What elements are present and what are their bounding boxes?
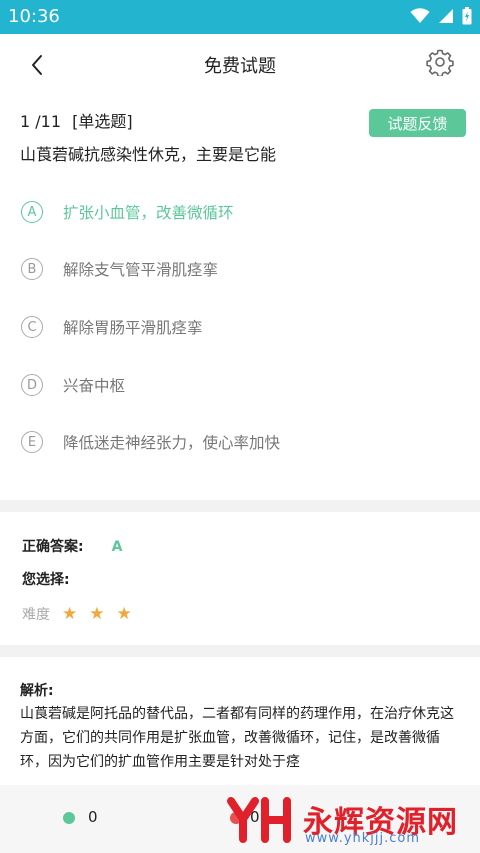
option-b[interactable]: B 解除支气管平滑肌痉挛 <box>21 256 218 282</box>
correct-count[interactable]: 0 <box>88 808 98 826</box>
analysis-text: 山莨菪碱是阿托品的替代品，二者都有同样的药理作用，在治疗休克这方面，它们的共同作… <box>20 706 454 770</box>
page-title: 免费试题 <box>204 56 276 77</box>
header: 免费试题 <box>0 34 480 94</box>
your-choice-row: 您选择: <box>22 569 70 589</box>
gear-icon <box>426 49 454 78</box>
option-letter: E <box>21 431 43 453</box>
option-c[interactable]: C 解除胃肠平滑肌痉挛 <box>21 314 203 340</box>
question-text: 山莨菪碱抗感染性休克，主要是它能 <box>20 145 277 164</box>
option-letter: B <box>21 258 43 280</box>
correct-answer-row: 正确答案: A <box>22 536 122 556</box>
your-choice-label: 您选择: <box>22 572 70 588</box>
correct-answer-value: A <box>111 539 123 555</box>
question-type: [单选题] <box>72 112 133 131</box>
question-progress: 1 /11 <box>20 112 62 131</box>
option-text: 解除胃肠平滑肌痉挛 <box>63 319 203 337</box>
section-divider <box>0 500 480 512</box>
wifi-icon <box>410 8 430 23</box>
cell-signal-icon <box>439 9 453 23</box>
status-icons <box>410 7 472 25</box>
option-text: 解除支气管平滑肌痉挛 <box>63 261 219 279</box>
watermark: 永辉资源网 www.yhkjjj.com <box>225 793 475 851</box>
option-text: 降低迷走神经张力，使心率加快 <box>63 434 281 452</box>
star-icon: ★ <box>62 604 78 624</box>
option-letter: C <box>21 316 43 338</box>
correct-answer-label: 正确答案: <box>22 539 84 555</box>
option-e[interactable]: E 降低迷走神经张力，使心率加快 <box>21 429 280 455</box>
status-bar: 10:36 <box>0 0 480 34</box>
feedback-button[interactable]: 试题反馈 <box>369 109 466 137</box>
battery-icon <box>462 7 472 25</box>
option-text: 兴奋中枢 <box>63 377 126 395</box>
star-icon: ★ <box>89 604 105 624</box>
question-meta: 1 /11 [单选题] <box>20 108 133 132</box>
settings-button[interactable] <box>426 48 456 78</box>
status-time: 10:36 <box>8 6 60 27</box>
option-text: 扩张小血管，改善微循环 <box>63 204 234 222</box>
option-letter: D <box>21 374 43 396</box>
section-divider <box>0 645 480 657</box>
difficulty-label: 难度 <box>22 607 50 623</box>
option-letter: A <box>21 201 43 223</box>
analysis-title: 解析: <box>20 683 54 699</box>
watermark-url: www.yhkjjj.com <box>305 831 421 846</box>
option-d[interactable]: D 兴奋中枢 <box>21 372 125 398</box>
correct-dot-icon <box>63 812 75 824</box>
watermark-logo-icon <box>227 797 291 843</box>
star-icon: ★ <box>116 604 132 624</box>
difficulty-rating: 难度 ★ ★ ★ <box>22 604 132 624</box>
option-a[interactable]: A 扩张小血管，改善微循环 <box>21 199 234 225</box>
